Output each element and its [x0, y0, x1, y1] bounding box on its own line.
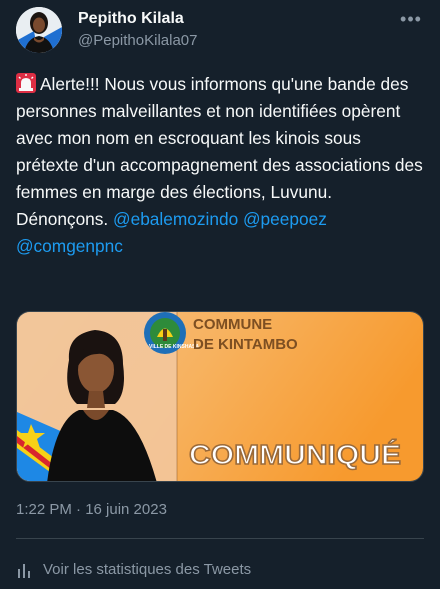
more-dots-icon: ••• [400, 8, 422, 29]
tweet-header: Pepitho Kilala @PepithoKilala07 ••• [16, 6, 424, 54]
avatar-photo [16, 7, 62, 53]
analytics-bars-icon [18, 564, 30, 578]
tweet-text: Alerte!!! Nous vous informons qu'une ban… [16, 71, 426, 260]
avatar[interactable] [16, 7, 62, 53]
author-display-name[interactable]: Pepitho Kilala [78, 9, 197, 29]
mention-peepoez[interactable]: @peepoez [243, 209, 327, 229]
divider [16, 538, 424, 539]
mention-comgenpnc[interactable]: @comgenpnc [16, 236, 123, 256]
tweet-body: Alerte!!! Nous vous informons qu'une ban… [16, 74, 423, 229]
author-names: Pepitho Kilala @PepithoKilala07 [78, 9, 197, 51]
seal-text: VILLE DE KINSHASA [149, 344, 199, 350]
view-tweet-analytics[interactable]: Voir les statistiques des Tweets [16, 560, 251, 580]
rotating-light-icon [16, 73, 36, 93]
more-options-button[interactable]: ••• [398, 6, 424, 32]
commune-title-line2: DE KINTAMBO [193, 336, 298, 353]
analytics-label: Voir les statistiques des Tweets [43, 561, 252, 578]
commune-title-line1: COMMUNE [193, 316, 272, 333]
author-handle[interactable]: @PepithoKilala07 [78, 31, 197, 51]
tweet-media-image[interactable]: VILLE DE KINSHASA COMMUNE DE KINTAMBO CO… [16, 311, 424, 482]
communique-graphic: VILLE DE KINSHASA COMMUNE DE KINTAMBO CO… [17, 312, 423, 481]
communique-banner: COMMUNIQUÉ [189, 439, 401, 470]
mention-ebalemozindo[interactable]: @ebalemozindo [113, 209, 238, 229]
tweet-timestamp[interactable]: 1:22 PM · 16 juin 2023 [16, 500, 167, 520]
